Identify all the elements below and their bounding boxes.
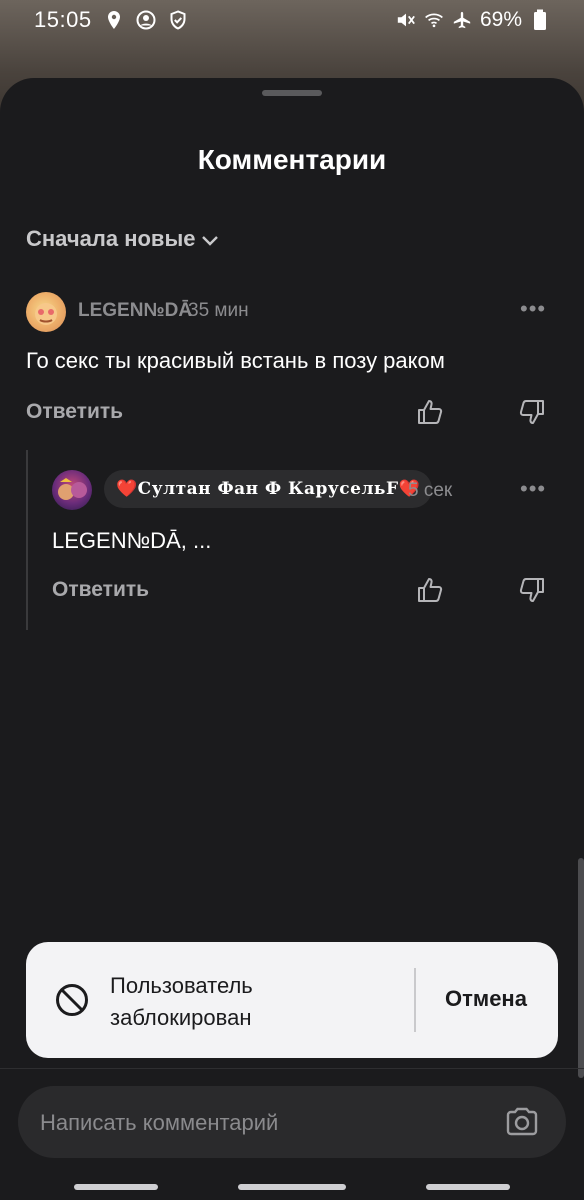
account-circle-icon	[136, 10, 156, 30]
chevron-down-icon	[201, 226, 219, 252]
comment-username-badge[interactable]: ❤️Султан Фан Ф КарусельF❤️	[104, 470, 433, 508]
more-options-icon[interactable]: •••	[520, 476, 546, 502]
status-time: 15:05	[34, 7, 92, 32]
snackbar-divider	[414, 968, 416, 1032]
sort-dropdown[interactable]: Сначала новые	[26, 226, 219, 252]
camera-icon[interactable]	[504, 1104, 540, 1140]
block-icon	[54, 982, 90, 1018]
sheet-drag-handle[interactable]	[262, 90, 322, 96]
shield-check-icon	[168, 10, 188, 30]
comment-text: Го секс ты красивый встань в позу раком	[26, 348, 445, 373]
composer-divider	[0, 1068, 584, 1069]
battery-icon	[530, 9, 550, 30]
thumbs-up-icon[interactable]	[416, 398, 444, 426]
comment-input-placeholder: Написать комментарий	[40, 1110, 279, 1135]
comment-time: 5 сек	[408, 480, 453, 501]
nav-back-button[interactable]	[426, 1184, 510, 1190]
undo-button[interactable]: Отмена	[426, 986, 546, 1012]
status-bar: 15:05 69%	[0, 0, 584, 40]
thread-line	[26, 450, 28, 630]
thumbs-down-icon[interactable]	[518, 576, 546, 604]
nav-recents-button[interactable]	[74, 1184, 158, 1190]
blocked-user-snackbar: Пользователь заблокирован Отмена	[26, 942, 558, 1058]
thumbs-down-icon[interactable]	[518, 398, 546, 426]
avatar[interactable]	[52, 470, 92, 510]
comment-time: 35 мин	[188, 300, 249, 321]
comment-input[interactable]: Написать комментарий	[18, 1086, 566, 1158]
battery-percent: 69%	[479, 8, 522, 31]
comment-username: ❤️Султан Фан Ф КарусельF❤️	[116, 479, 421, 499]
comment-text: LEGEN№DĀ, ...	[52, 528, 212, 553]
wifi-icon	[424, 10, 444, 30]
avatar[interactable]	[26, 292, 66, 332]
mute-icon	[396, 10, 416, 30]
airplane-icon	[452, 10, 472, 30]
sheet-title: Комментарии	[197, 144, 387, 175]
scroll-indicator[interactable]	[578, 858, 584, 1078]
reply-button[interactable]: Ответить	[26, 400, 123, 424]
snackbar-message: Пользователь заблокирован	[110, 973, 253, 1030]
comment-username[interactable]: LEGEN№DĀ	[78, 300, 192, 322]
nav-home-button[interactable]	[238, 1184, 346, 1190]
reply-button[interactable]: Ответить	[52, 578, 149, 602]
sort-label: Сначала новые	[26, 226, 196, 251]
system-nav-bar	[0, 1176, 584, 1200]
location-icon	[104, 10, 124, 30]
thumbs-up-icon[interactable]	[416, 576, 444, 604]
more-options-icon[interactable]: •••	[520, 296, 546, 322]
